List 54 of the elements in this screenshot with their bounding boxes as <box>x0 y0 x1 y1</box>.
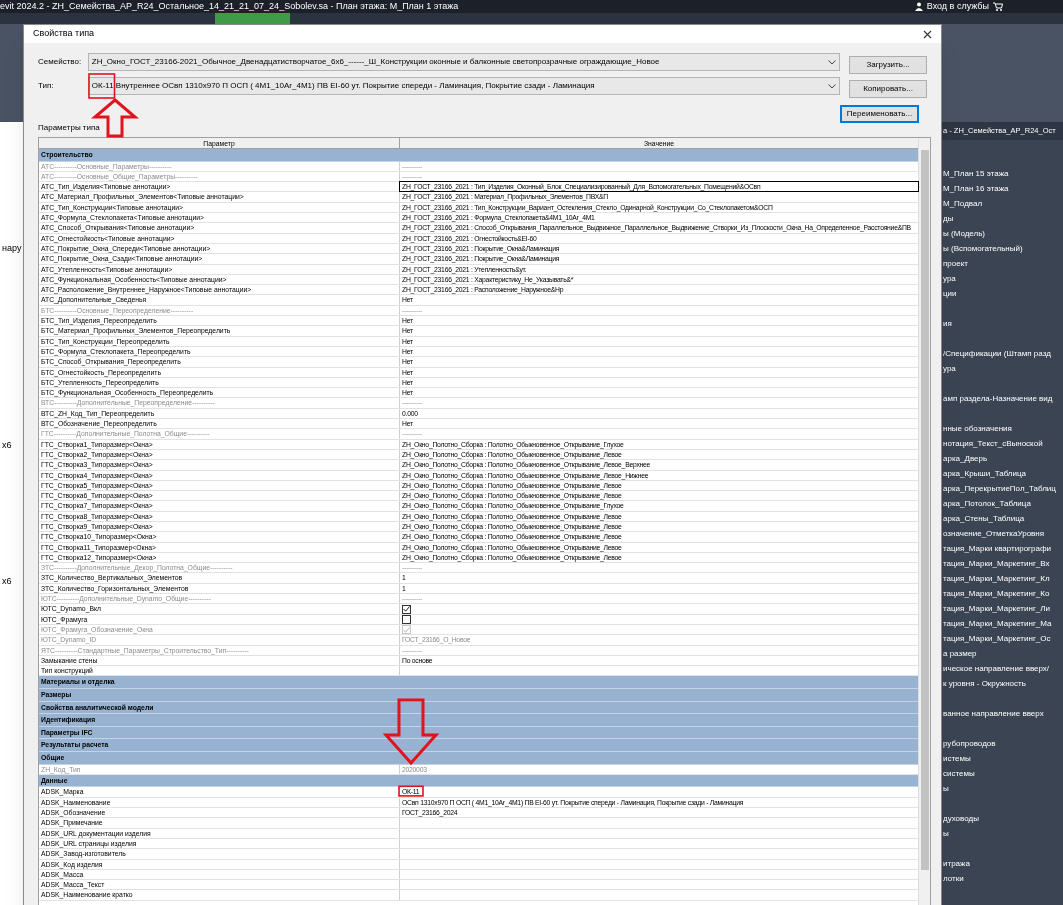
tree-item[interactable]: М_План 15 этажа <box>943 166 1009 181</box>
tree-item[interactable]: /Спецификации (Штамп разд <box>943 346 1051 361</box>
family-dropdown[interactable]: ZH_Окно_ГОСТ_23166-2021_Обычное_Двенадцатистворчатое_6х6_------_Ш_Конструкции оконные и балконные светопрозрачные ограждающие_Новое <box>87 53 840 71</box>
tree-item[interactable]: ура <box>943 271 956 286</box>
tree-item[interactable]: тация_Марки_Маркетинг_Ос <box>943 631 1051 646</box>
tree-item[interactable]: духоводы <box>943 811 979 826</box>
drawing-label: х6 <box>2 439 12 452</box>
tree-item[interactable]: рубопроводов <box>943 736 996 751</box>
tree-item[interactable]: ции <box>943 286 957 301</box>
tree-item[interactable]: нные обозначения <box>943 421 1012 436</box>
type-dropdown[interactable]: ОК-11 Внутреннее ОСвп 1310х970 П ОСП ( 4М1_10Ar_4М1) ПВ EI-60 ут. Покрытие спереди - Ламинация, Покрытие сзади - Ламинация <box>87 77 840 95</box>
sign-in-link[interactable]: Вход в службы <box>926 2 989 11</box>
tree-item[interactable]: тация_Марки_Маркетинг_Кл <box>943 571 1050 586</box>
tree-item[interactable]: ы <box>943 826 949 841</box>
tree-item[interactable]: тация_Марки_Маркетинг_Ма <box>943 616 1052 631</box>
drawing-label: нару <box>2 242 22 255</box>
tree-item[interactable]: означение_ОтметкаУровня <box>943 526 1045 541</box>
tree-item[interactable]: системы <box>943 766 975 781</box>
tree-item[interactable]: арка_Потолок_Таблица <box>943 496 1031 511</box>
tree-item[interactable]: проект <box>943 256 968 271</box>
tree-item[interactable]: итража <box>943 856 970 871</box>
tree-item[interactable]: арка_Крыши_Таблица <box>943 466 1027 481</box>
tree-item[interactable]: ы (Модель) <box>943 226 985 241</box>
tree-item[interactable]: М_Подвал <box>943 196 983 211</box>
tree-item[interactable]: к уровня - Окружность <box>943 676 1026 691</box>
tree-item[interactable]: тация_Марки_Маркетинг_Вх <box>943 556 1050 571</box>
dialog-button[interactable]: Копировать... <box>849 80 927 98</box>
tree-item[interactable]: тация_Марки_Маркетинг_Ко <box>943 586 1050 601</box>
window-title: evit 2024.2 - ZH_Семейства_АР_R24_Остальное_14_21_21_07_24_Sobolev.sa - План этажа: М_План 1 этажа <box>0 2 459 11</box>
tree-item[interactable]: ы (Вспомогательный) <box>943 241 1023 256</box>
tree-item[interactable]: лотки <box>943 871 964 886</box>
dialog-button[interactable]: Загрузить... <box>849 56 927 74</box>
field-label: Семейство: <box>38 56 83 68</box>
tree-item[interactable]: ды <box>943 211 954 226</box>
tree-item[interactable]: а размер <box>943 646 977 661</box>
tree-item[interactable]: ванное направление вверх <box>943 706 1044 721</box>
tree-item[interactable]: нотация_Текст_сВыноской <box>943 436 1043 451</box>
field-label: Тип: <box>38 80 55 92</box>
tree-item[interactable]: арка_Дверь <box>943 451 988 466</box>
drawing-label: х6 <box>2 575 12 588</box>
tree-item[interactable]: ическое направление вверх/ <box>943 661 1050 676</box>
tree-item[interactable]: тация_Марки_Маркетинг_Ли <box>943 601 1050 616</box>
tree-item[interactable]: амп раздела-Назначение вид <box>943 391 1053 406</box>
dialog-title: Свойства типа <box>33 27 95 41</box>
dialog-button[interactable]: Переименовать... <box>840 105 919 123</box>
tree-item[interactable]: ура <box>943 361 956 376</box>
tree-item[interactable]: арка_ПерекрытиеПол_Таблиц <box>943 481 1056 496</box>
tree-item[interactable]: ия <box>943 316 952 331</box>
tree-item[interactable]: арка_Стены_Таблица <box>943 511 1025 526</box>
tree-item[interactable]: истемы <box>943 751 971 766</box>
tree-item[interactable]: М_План 16 этажа <box>943 181 1009 196</box>
tree-item[interactable]: ы <box>943 781 949 796</box>
section-label: Параметры типа <box>38 123 100 133</box>
tree-item[interactable]: тация_Марки квартирографи <box>943 541 1051 556</box>
